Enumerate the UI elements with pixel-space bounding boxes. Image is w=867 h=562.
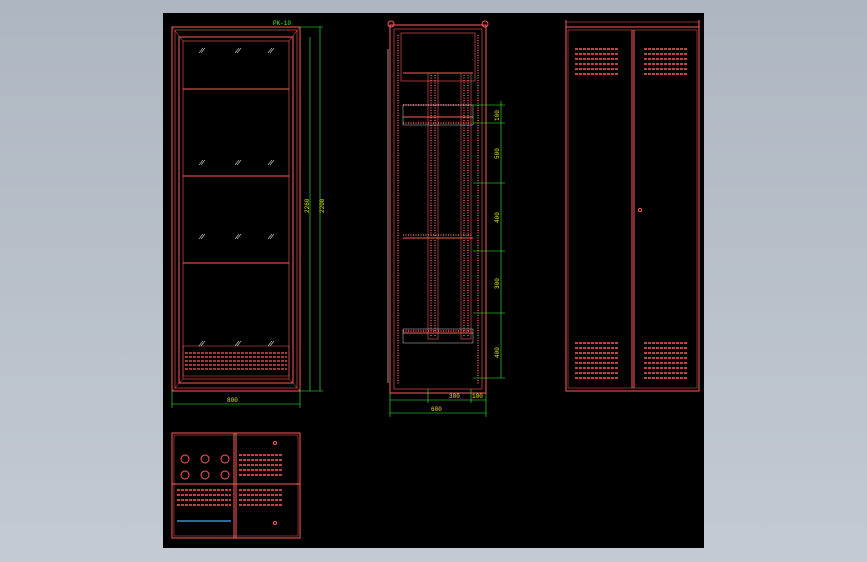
side-dim-4: 300: [494, 278, 501, 289]
cad-viewport[interactable]: PK-10 800 2260 2200 100 500 400 300 400 …: [163, 13, 704, 548]
side-dim-5: 400: [494, 347, 501, 358]
side-view: [387, 20, 489, 394]
side-width-dim: 600: [431, 406, 442, 413]
side-view-dimensions: [389, 101, 505, 417]
front-height-dim-outer: 2260: [304, 198, 311, 213]
rear-view: [565, 20, 700, 392]
front-view: [171, 26, 301, 392]
side-dim-bottom-1: 300: [449, 393, 460, 400]
side-dim-1: 100: [494, 110, 501, 121]
front-view-label: PK-10: [273, 20, 291, 27]
front-height-dim-inner: 2200: [319, 198, 326, 213]
side-dim-2: 500: [494, 148, 501, 159]
plan-view: [171, 432, 301, 539]
front-width-dim: 800: [227, 397, 238, 404]
side-dim-bottom-2: 100: [472, 393, 483, 400]
side-dim-3: 400: [494, 212, 501, 223]
